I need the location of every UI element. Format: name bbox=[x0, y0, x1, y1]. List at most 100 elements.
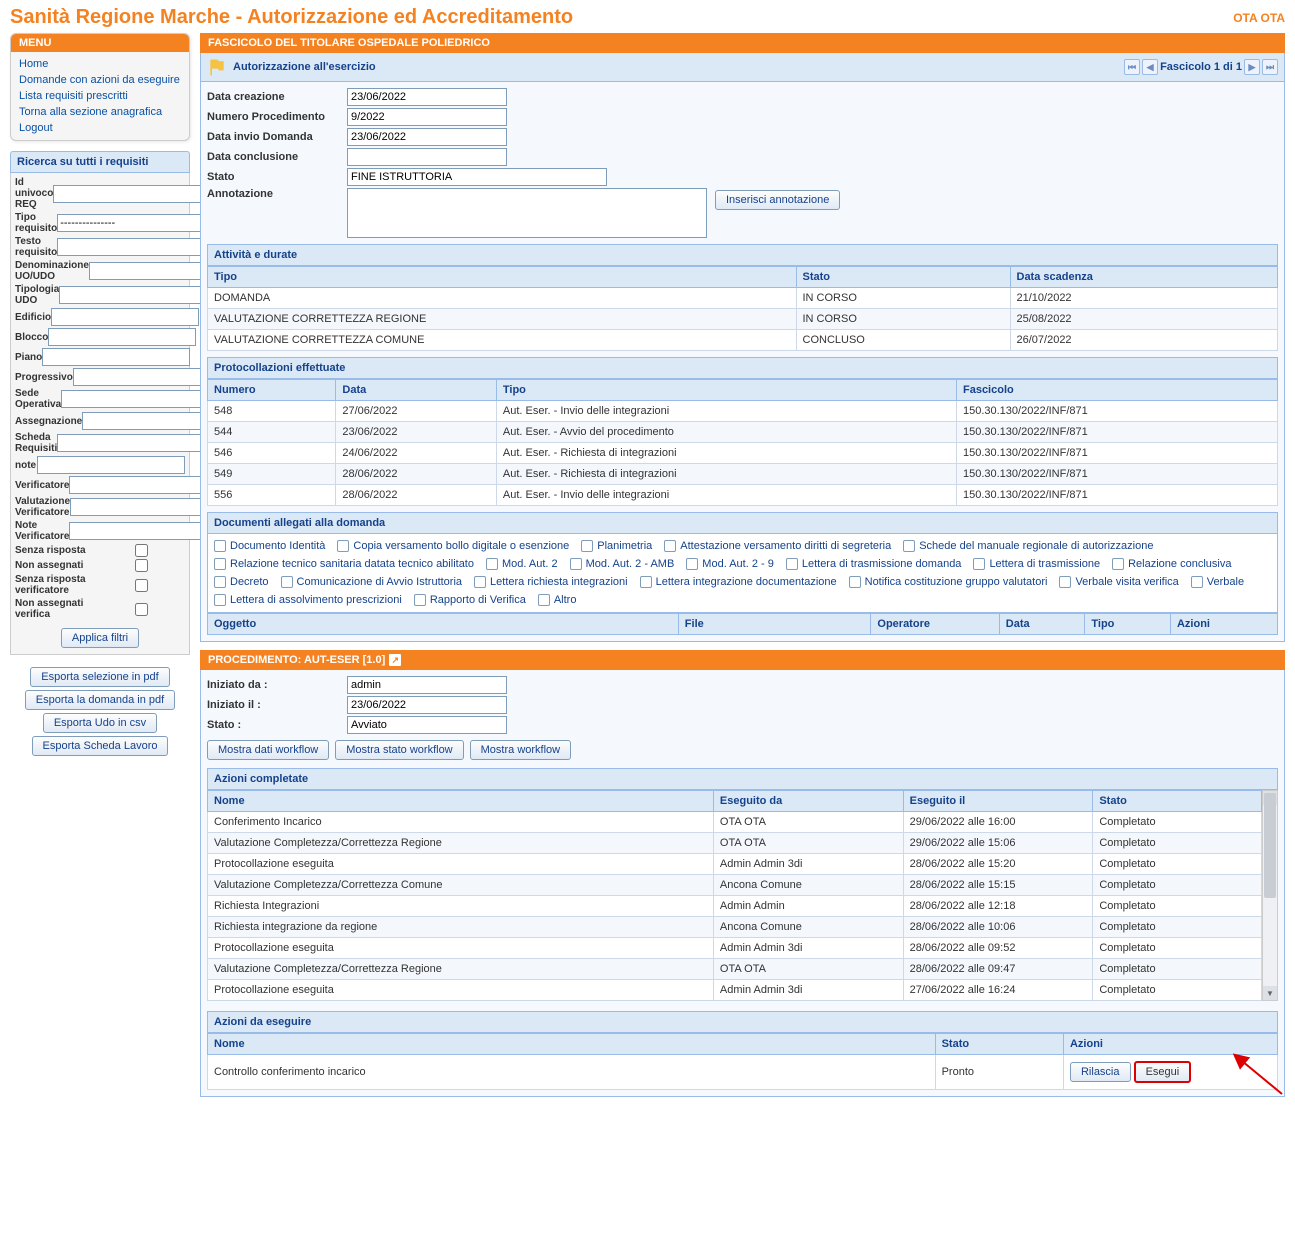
search-input[interactable] bbox=[69, 476, 217, 494]
checkbox-icon[interactable] bbox=[640, 576, 652, 588]
doc-chip[interactable]: Lettera di assolvimento prescrizioni bbox=[214, 594, 402, 606]
search-input[interactable] bbox=[53, 185, 201, 203]
search-check[interactable] bbox=[135, 559, 148, 572]
checkbox-icon[interactable] bbox=[849, 576, 861, 588]
pager-next-icon[interactable]: ▶ bbox=[1244, 59, 1260, 75]
checkbox-icon[interactable] bbox=[281, 576, 293, 588]
doc-chip[interactable]: Comunicazione di Avvio Istruttoria bbox=[281, 576, 463, 588]
checkbox-icon[interactable] bbox=[414, 594, 426, 606]
numero-procedimento-field[interactable] bbox=[347, 108, 507, 126]
checkbox-icon[interactable] bbox=[570, 558, 582, 570]
doc-chip[interactable]: Schede del manuale regionale di autorizz… bbox=[903, 540, 1153, 552]
search-input[interactable] bbox=[48, 328, 196, 346]
pager-first-icon[interactable]: ⏮ bbox=[1124, 59, 1140, 75]
table-row: 54423/06/2022Aut. Eser. - Avvio del proc… bbox=[208, 422, 1278, 443]
checkbox-icon[interactable] bbox=[1112, 558, 1124, 570]
checkbox-icon[interactable] bbox=[664, 540, 676, 552]
doc-chip[interactable]: Verbale visita verifica bbox=[1059, 576, 1178, 588]
doc-chip[interactable]: Altro bbox=[538, 594, 577, 606]
doc-chip[interactable]: Attestazione versamento diritti di segre… bbox=[664, 540, 891, 552]
export-button[interactable]: Esporta selezione in pdf bbox=[30, 667, 169, 687]
proc-stato-field[interactable] bbox=[347, 716, 507, 734]
checkbox-icon[interactable] bbox=[214, 558, 226, 570]
search-input[interactable] bbox=[61, 390, 209, 408]
stato-field[interactable] bbox=[347, 168, 607, 186]
export-button[interactable]: Esporta Scheda Lavoro bbox=[32, 736, 169, 756]
checkbox-icon[interactable] bbox=[1191, 576, 1203, 588]
table-row: 54827/06/2022Aut. Eser. - Invio delle in… bbox=[208, 401, 1278, 422]
checkbox-icon[interactable] bbox=[486, 558, 498, 570]
search-input[interactable] bbox=[57, 238, 205, 256]
data-invio-field[interactable] bbox=[347, 128, 507, 146]
iniziato-il-field[interactable] bbox=[347, 696, 507, 714]
doc-chip[interactable]: Decreto bbox=[214, 576, 269, 588]
checkbox-icon[interactable] bbox=[1059, 576, 1071, 588]
doc-chip[interactable]: Notifica costituzione gruppo valutatori bbox=[849, 576, 1048, 588]
checkbox-icon[interactable] bbox=[214, 594, 226, 606]
search-input[interactable] bbox=[59, 286, 207, 304]
checkbox-icon[interactable] bbox=[903, 540, 915, 552]
export-button[interactable]: Esporta Udo in csv bbox=[43, 713, 157, 733]
doc-chip[interactable]: Copia versamento bollo digitale o esenzi… bbox=[337, 540, 569, 552]
checkbox-icon[interactable] bbox=[538, 594, 550, 606]
search-input[interactable] bbox=[73, 368, 221, 386]
doc-chip[interactable]: Lettera di trasmissione domanda bbox=[786, 558, 962, 570]
table-row: Valutazione Completezza/Correttezza Regi… bbox=[208, 959, 1262, 980]
search-input[interactable] bbox=[57, 434, 205, 452]
checkbox-icon[interactable] bbox=[337, 540, 349, 552]
doc-chip[interactable]: Mod. Aut. 2 - AMB bbox=[570, 558, 675, 570]
menu-link[interactable]: Home bbox=[19, 56, 181, 72]
doc-chip[interactable]: Mod. Aut. 2 bbox=[486, 558, 558, 570]
esegui-button[interactable]: Esegui bbox=[1134, 1061, 1192, 1083]
search-check[interactable] bbox=[135, 579, 148, 592]
search-input[interactable] bbox=[42, 348, 190, 366]
checkbox-icon[interactable] bbox=[973, 558, 985, 570]
search-box: Id univoco REQTipo requisitoTesto requis… bbox=[10, 173, 190, 655]
search-check[interactable] bbox=[135, 603, 148, 616]
doc-chip[interactable]: Planimetria bbox=[581, 540, 652, 552]
doc-chip[interactable]: Relazione tecnico sanitaria datata tecni… bbox=[214, 558, 474, 570]
doc-chip[interactable]: Lettera richiesta integrazioni bbox=[474, 576, 628, 588]
data-conclusione-field[interactable] bbox=[347, 148, 507, 166]
workflow-button[interactable]: Mostra stato workflow bbox=[335, 740, 463, 760]
search-input[interactable] bbox=[37, 456, 185, 474]
doc-chip[interactable]: Rapporto di Verifica bbox=[414, 594, 526, 606]
menu-link[interactable]: Lista requisiti prescritti bbox=[19, 88, 181, 104]
pager-prev-icon[interactable]: ◀ bbox=[1142, 59, 1158, 75]
checkbox-icon[interactable] bbox=[214, 540, 226, 552]
rilascia-button[interactable]: Rilascia bbox=[1070, 1062, 1131, 1082]
pager-last-icon[interactable]: ⏭ bbox=[1262, 59, 1278, 75]
workflow-button[interactable]: Mostra dati workflow bbox=[207, 740, 329, 760]
search-input[interactable] bbox=[51, 308, 199, 326]
iniziato-da-field[interactable] bbox=[347, 676, 507, 694]
popup-icon[interactable]: ↗ bbox=[389, 654, 401, 666]
doc-chip[interactable]: Lettera integrazione documentazione bbox=[640, 576, 837, 588]
inserisci-annotazione-button[interactable]: Inserisci annotazione bbox=[715, 190, 840, 210]
checkbox-icon[interactable] bbox=[786, 558, 798, 570]
checkbox-icon[interactable] bbox=[474, 576, 486, 588]
table-row: Valutazione Completezza/Correttezza Regi… bbox=[208, 833, 1262, 854]
checkbox-icon[interactable] bbox=[581, 540, 593, 552]
scrollbar[interactable]: ▲▼ bbox=[1262, 790, 1278, 1001]
doc-chip[interactable]: Relazione conclusiva bbox=[1112, 558, 1231, 570]
menu-link[interactable]: Logout bbox=[19, 120, 181, 136]
checkbox-icon[interactable] bbox=[214, 576, 226, 588]
menu-link[interactable]: Torna alla sezione anagrafica bbox=[19, 104, 181, 120]
menu-header: MENU bbox=[11, 34, 189, 52]
search-input[interactable] bbox=[69, 522, 217, 540]
azioni-eseguire-table: NomeStatoAzioni Controllo conferimento i… bbox=[207, 1033, 1278, 1090]
apply-filters-button[interactable]: Applica filtri bbox=[61, 628, 139, 648]
search-input[interactable] bbox=[70, 498, 218, 516]
search-check[interactable] bbox=[135, 544, 148, 557]
export-button[interactable]: Esporta la domanda in pdf bbox=[25, 690, 175, 710]
doc-chip[interactable]: Verbale bbox=[1191, 576, 1244, 588]
doc-chip[interactable]: Mod. Aut. 2 - 9 bbox=[686, 558, 774, 570]
checkbox-icon[interactable] bbox=[686, 558, 698, 570]
workflow-button[interactable]: Mostra workflow bbox=[470, 740, 571, 760]
data-creazione-field[interactable] bbox=[347, 88, 507, 106]
doc-chip[interactable]: Documento Identità bbox=[214, 540, 325, 552]
doc-chip[interactable]: Lettera di trasmissione bbox=[973, 558, 1100, 570]
search-combo[interactable] bbox=[57, 214, 205, 232]
menu-link[interactable]: Domande con azioni da eseguire bbox=[19, 72, 181, 88]
annotazione-field[interactable] bbox=[347, 188, 707, 238]
